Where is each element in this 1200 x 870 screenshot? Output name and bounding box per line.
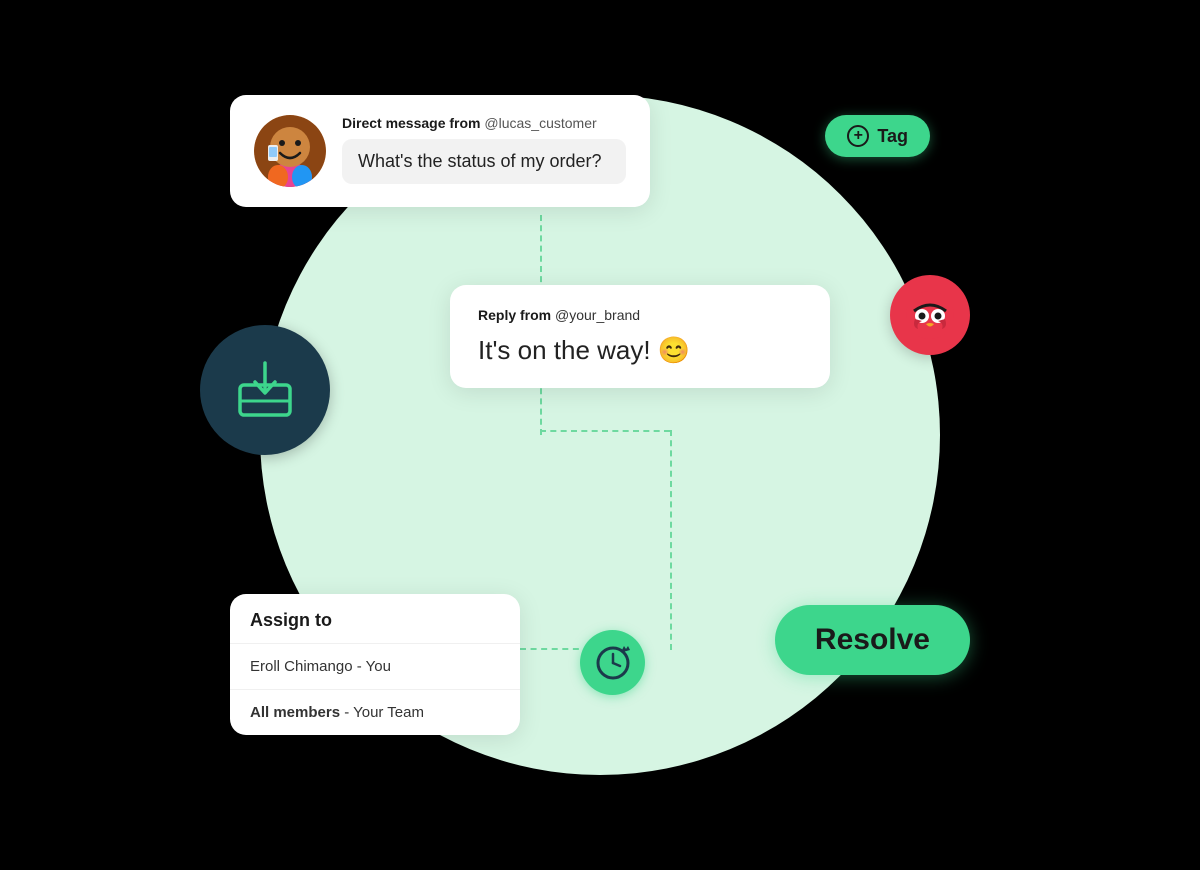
assign-item-team[interactable]: All members - Your Team: [230, 690, 520, 735]
dm-header-bold: Direct message from: [342, 115, 481, 131]
inbox-icon: [200, 325, 330, 455]
dm-card-content: Direct message from @lucas_customer What…: [342, 115, 626, 184]
reply-card-header: Reply from @your_brand: [478, 307, 802, 323]
connector-vertical-2: [670, 430, 672, 650]
reply-handle: @your_brand: [555, 307, 640, 323]
connector-horizontal-1: [540, 430, 670, 432]
dm-card-header: Direct message from @lucas_customer: [342, 115, 626, 131]
resolve-label: Resolve: [815, 623, 930, 656]
dm-message: What's the status of my order?: [342, 139, 626, 184]
assign-item-team-bold: All members: [250, 704, 340, 721]
assign-card-header: Assign to: [230, 594, 520, 644]
tag-badge[interactable]: + Tag: [825, 115, 930, 157]
hootsuite-icon: [890, 275, 970, 355]
dm-card: Direct message from @lucas_customer What…: [230, 95, 650, 207]
assign-item-team-rest: - Your Team: [340, 704, 424, 721]
dm-handle: @lucas_customer: [484, 115, 596, 131]
assign-card: Assign to Eroll Chimango - You All membe…: [230, 594, 520, 735]
plus-icon: +: [847, 125, 869, 147]
reply-message: It's on the way! 😊: [478, 335, 802, 366]
reply-card: Reply from @your_brand It's on the way! …: [450, 285, 830, 388]
assign-item-you[interactable]: Eroll Chimango - You: [230, 644, 520, 690]
clock-icon: [580, 630, 645, 695]
reply-header-bold: Reply from: [478, 307, 551, 323]
resolve-badge[interactable]: Resolve: [775, 605, 970, 675]
avatar: [254, 115, 326, 187]
tag-label: Tag: [877, 126, 908, 147]
